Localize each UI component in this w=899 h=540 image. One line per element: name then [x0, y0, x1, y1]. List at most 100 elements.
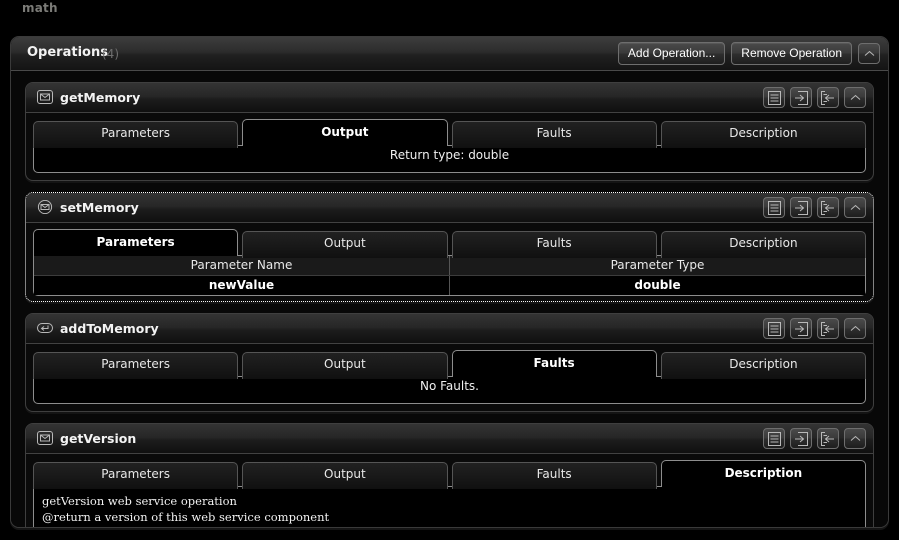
column-parameter-type: Parameter Type: [449, 256, 865, 276]
go-to-output-button[interactable]: [817, 318, 839, 339]
remove-operation-button[interactable]: Remove Operation: [731, 42, 852, 65]
operation-tabs-wrap: Parameters Output Faults Description Par…: [26, 223, 873, 296]
tab-output[interactable]: Output: [242, 462, 448, 489]
operations-count: (4): [102, 47, 119, 61]
operation-tabs-wrap: Parameters Output Faults Description get…: [26, 454, 873, 527]
tab-panel-description: getVersion web service operation @return…: [33, 486, 866, 527]
arrow-out-of-box-icon: [821, 321, 834, 336]
description-line: @return a version of this web service co…: [42, 510, 330, 524]
documentation-button[interactable]: [763, 428, 785, 449]
arrow-into-box-icon: [795, 90, 808, 105]
breadcrumb: math: [22, 1, 58, 15]
collapse-operations-button[interactable]: [858, 43, 880, 64]
operation-name: getVersion: [60, 431, 137, 446]
collapse-operation-button[interactable]: [844, 197, 866, 218]
arrow-into-box-icon: [795, 200, 808, 215]
description-line: getVersion web service operation: [42, 494, 237, 508]
document-lines-icon: [767, 431, 781, 446]
document-lines-icon: [767, 200, 781, 215]
chevron-up-icon: [864, 50, 874, 56]
operation-actions: [763, 87, 866, 108]
operations-panel: Operations (4) Add Operation... Remove O…: [10, 36, 889, 528]
tab-output[interactable]: Output: [242, 231, 448, 258]
tab-panel-output: Return type: double: [33, 145, 866, 173]
operation-tabs-wrap: Parameters Output Faults Description Ret…: [26, 113, 873, 173]
envelope-square-icon: [37, 90, 53, 104]
table-header-row: Parameter Name Parameter Type: [34, 256, 865, 276]
tab-description[interactable]: Description: [660, 121, 866, 148]
operation-header: addToMemory: [26, 314, 873, 344]
operation-tabs: Parameters Output Faults Description: [33, 460, 866, 489]
operation-actions: [763, 318, 866, 339]
tab-parameters[interactable]: Parameters: [33, 121, 239, 148]
arrow-out-of-box-icon: [821, 200, 834, 215]
operation-tabs: Parameters Output Faults Description: [33, 350, 866, 379]
chevron-up-icon: [850, 204, 860, 210]
cell-parameter-name: newValue: [34, 275, 450, 295]
operation-card-getVersion[interactable]: getVersion Parameters Output Faults Desc…: [25, 423, 874, 527]
arrow-out-of-box-icon: [821, 431, 834, 446]
operations-header-buttons: Add Operation... Remove Operation: [617, 42, 880, 65]
tab-parameters[interactable]: Parameters: [33, 229, 239, 256]
collapse-operation-button[interactable]: [844, 428, 866, 449]
page-title: Operations: [27, 45, 108, 60]
arrow-out-of-box-icon: [821, 90, 834, 105]
envelope-circle-icon: [37, 200, 53, 214]
tab-faults[interactable]: Faults: [451, 350, 657, 377]
documentation-button[interactable]: [763, 197, 785, 218]
chevron-up-icon: [850, 325, 860, 331]
cell-parameter-type: double: [449, 275, 865, 295]
operation-tabs: Parameters Output Faults Description: [33, 119, 866, 148]
return-type-text: Return type: double: [389, 148, 510, 162]
tab-description[interactable]: Description: [660, 352, 866, 379]
document-lines-icon: [767, 321, 781, 336]
operation-tabs-wrap: Parameters Output Faults Description No …: [26, 344, 873, 404]
tab-parameters[interactable]: Parameters: [33, 352, 239, 379]
tab-output[interactable]: Output: [242, 119, 448, 146]
documentation-button[interactable]: [763, 318, 785, 339]
operation-card-setMemory[interactable]: setMemory Parameters Output Faults Descr…: [25, 192, 874, 302]
tab-faults[interactable]: Faults: [451, 121, 657, 148]
tab-panel-parameters: Parameter Name Parameter Type newValue d…: [33, 255, 866, 296]
arrow-into-box-icon: [795, 431, 808, 446]
go-to-input-button[interactable]: [790, 87, 812, 108]
chevron-up-icon: [850, 435, 860, 441]
table-row[interactable]: newValue double: [34, 275, 865, 295]
description-text[interactable]: getVersion web service operation @return…: [34, 487, 865, 527]
operation-actions: [763, 428, 866, 449]
operation-name: setMemory: [60, 200, 139, 215]
operation-header: getMemory: [26, 83, 873, 113]
add-operation-button[interactable]: Add Operation...: [617, 42, 726, 65]
collapse-operation-button[interactable]: [844, 318, 866, 339]
operation-name: getMemory: [60, 90, 141, 105]
tab-panel-faults: No Faults.: [33, 376, 866, 404]
tab-output[interactable]: Output: [242, 352, 448, 379]
tab-faults[interactable]: Faults: [451, 231, 657, 258]
go-to-output-button[interactable]: [817, 197, 839, 218]
document-lines-icon: [767, 90, 781, 105]
tab-faults[interactable]: Faults: [451, 462, 657, 489]
go-to-input-button[interactable]: [790, 428, 812, 449]
operation-header: getVersion: [26, 424, 873, 454]
operation-tabs: Parameters Output Faults Description: [33, 229, 866, 258]
go-to-output-button[interactable]: [817, 428, 839, 449]
faults-text: No Faults.: [420, 379, 479, 393]
operations-panel-header: Operations (4) Add Operation... Remove O…: [11, 37, 888, 71]
return-arrow-icon: [37, 323, 53, 333]
arrow-into-box-icon: [795, 321, 808, 336]
go-to-input-button[interactable]: [790, 318, 812, 339]
documentation-button[interactable]: [763, 87, 785, 108]
operation-card-addToMemory[interactable]: addToMemory Parameters Output Faults Des…: [25, 313, 874, 412]
operation-card-getMemory[interactable]: getMemory Parameters Output Faults Descr…: [25, 82, 874, 181]
operation-header: setMemory: [26, 193, 873, 223]
go-to-output-button[interactable]: [817, 87, 839, 108]
go-to-input-button[interactable]: [790, 197, 812, 218]
collapse-operation-button[interactable]: [844, 87, 866, 108]
envelope-square-icon: [37, 431, 53, 445]
column-parameter-name: Parameter Name: [34, 256, 450, 276]
tab-parameters[interactable]: Parameters: [33, 462, 239, 489]
operations-list: getMemory Parameters Output Faults Descr…: [11, 71, 888, 527]
parameters-table: Parameter Name Parameter Type newValue d…: [34, 256, 865, 295]
tab-description[interactable]: Description: [660, 231, 866, 258]
tab-description[interactable]: Description: [660, 460, 866, 487]
